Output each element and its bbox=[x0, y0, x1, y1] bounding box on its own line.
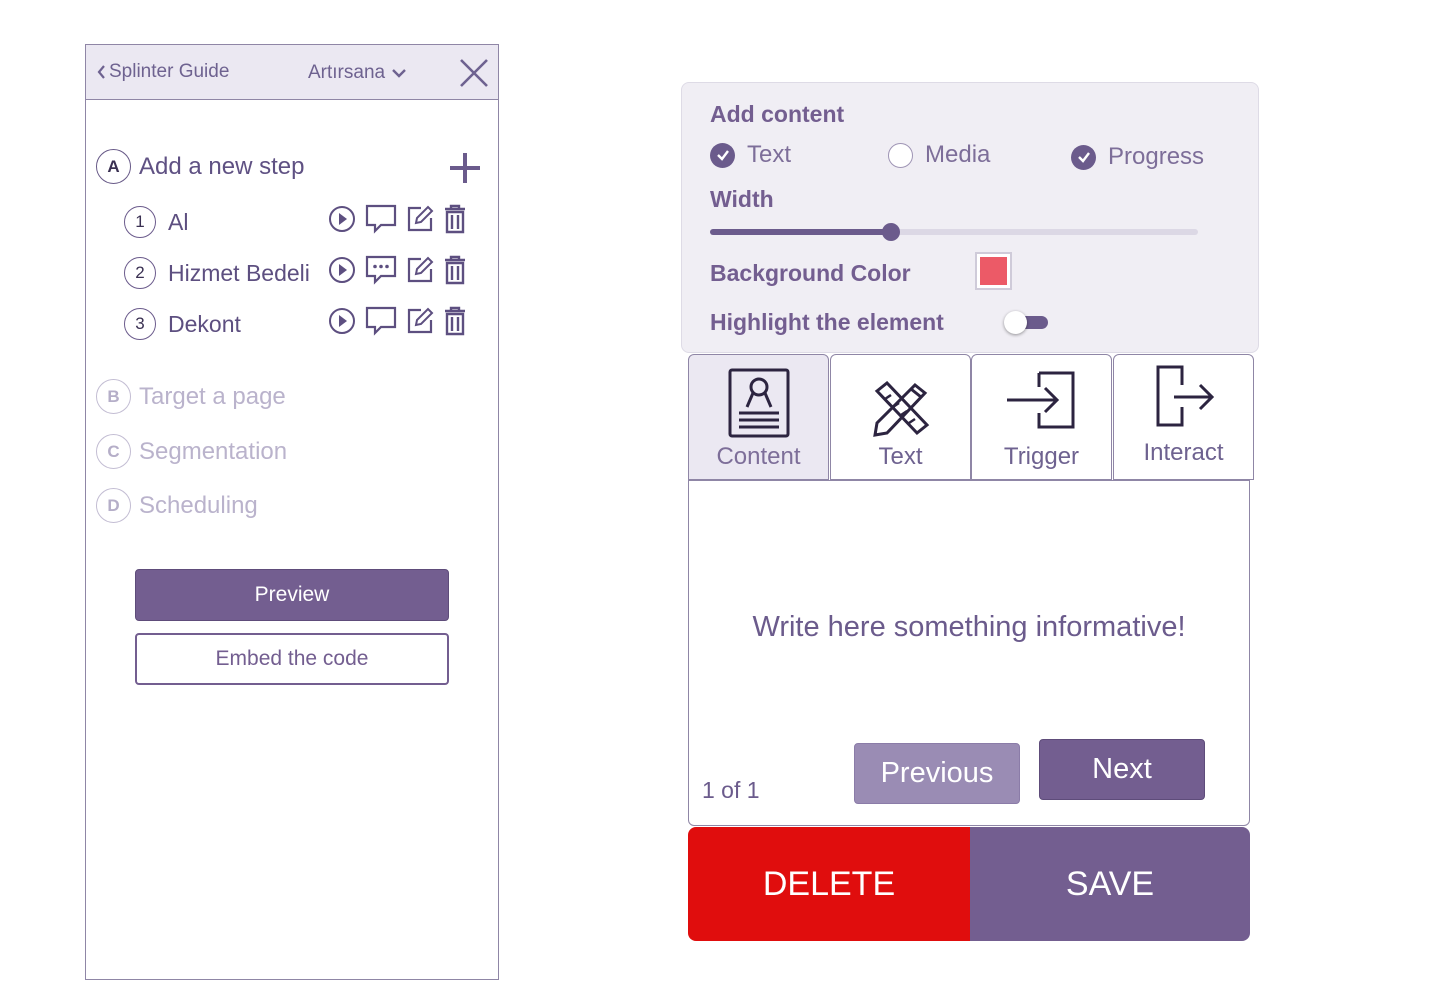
edit-icon[interactable] bbox=[406, 256, 434, 284]
tab-trigger[interactable]: Trigger bbox=[971, 354, 1112, 480]
section-title: Add a new step bbox=[139, 152, 305, 180]
preview-button[interactable]: Preview bbox=[135, 569, 449, 621]
tab-content[interactable]: Content bbox=[688, 354, 829, 480]
step-row[interactable]: 1 Al bbox=[124, 204, 484, 240]
option-label: Progress bbox=[1108, 143, 1205, 170]
tab-label: Trigger bbox=[1003, 443, 1080, 470]
play-icon[interactable] bbox=[328, 205, 356, 233]
close-button[interactable] bbox=[458, 57, 490, 89]
previous-button[interactable]: Previous bbox=[854, 743, 1020, 804]
section-title: Scheduling bbox=[139, 491, 258, 519]
section-letter: A bbox=[96, 149, 131, 184]
option-label: Text bbox=[747, 141, 792, 168]
trash-icon[interactable] bbox=[443, 204, 467, 234]
width-label: Width bbox=[710, 186, 774, 212]
tab-label: Text bbox=[878, 443, 923, 470]
preview-message[interactable]: Write here something informative! bbox=[689, 611, 1249, 644]
content-icon bbox=[728, 368, 789, 438]
section-title: Target a page bbox=[139, 382, 286, 410]
option-text[interactable]: Text bbox=[710, 141, 791, 169]
comment-icon[interactable] bbox=[365, 306, 397, 336]
language-value: Artırsana bbox=[308, 62, 386, 83]
add-content-label: Add content bbox=[710, 101, 845, 127]
step-row[interactable]: 2 Hizmet Bedeli bbox=[124, 255, 484, 291]
section-letter: C bbox=[96, 434, 131, 469]
step-name: Dekont bbox=[168, 310, 241, 337]
back-link-label: Splinter Guide bbox=[109, 61, 230, 82]
section-title: Segmentation bbox=[139, 437, 288, 465]
chevron-left-icon bbox=[97, 65, 105, 79]
step-number: 3 bbox=[124, 308, 156, 340]
edit-icon[interactable] bbox=[406, 205, 434, 233]
option-progress[interactable]: Progress bbox=[1071, 143, 1204, 171]
trash-icon[interactable] bbox=[443, 306, 467, 336]
page-counter: 1 of 1 bbox=[702, 777, 760, 803]
width-slider[interactable] bbox=[710, 223, 1198, 241]
width-slider-thumb[interactable] bbox=[881, 223, 900, 241]
checked-radio-icon bbox=[1071, 144, 1096, 170]
section-segmentation[interactable]: C Segmentation bbox=[96, 434, 287, 469]
comment-icon[interactable] bbox=[365, 255, 397, 285]
section-letter: D bbox=[96, 488, 131, 523]
tab-label: Interact bbox=[1143, 439, 1224, 466]
play-icon[interactable] bbox=[328, 307, 356, 335]
close-icon bbox=[460, 59, 488, 87]
add-step-button[interactable] bbox=[448, 151, 482, 185]
highlight-label: Highlight the element bbox=[710, 309, 944, 335]
highlight-toggle[interactable] bbox=[1004, 311, 1048, 334]
content-preview: Write here something informative! 1 of 1… bbox=[688, 480, 1250, 826]
step-number: 2 bbox=[124, 257, 156, 289]
section-letter: B bbox=[96, 379, 131, 414]
step-row[interactable]: 3 Dekont bbox=[124, 306, 484, 342]
language-select[interactable]: Artırsana bbox=[308, 62, 407, 84]
section-target-page[interactable]: B Target a page bbox=[96, 379, 286, 414]
plus-icon bbox=[450, 153, 480, 183]
tab-interact[interactable]: Interact bbox=[1113, 354, 1254, 480]
background-color-label: Background Color bbox=[710, 260, 911, 286]
trash-icon[interactable] bbox=[443, 255, 467, 285]
pencil-ruler-icon bbox=[872, 381, 929, 437]
sign-out-icon bbox=[1156, 365, 1214, 427]
content-settings-panel: Add content Text Media Progress Width Ba… bbox=[681, 82, 1259, 353]
sidebar-header: Splinter Guide Artırsana bbox=[86, 45, 498, 100]
toggle-knob bbox=[1004, 311, 1027, 334]
play-icon[interactable] bbox=[328, 256, 356, 284]
delete-button[interactable]: DELETE bbox=[688, 827, 970, 941]
option-label: Media bbox=[925, 141, 991, 168]
section-add-step[interactable]: A Add a new step bbox=[96, 149, 304, 184]
step-name: Hizmet Bedeli bbox=[168, 259, 310, 286]
checked-radio-icon bbox=[710, 142, 735, 168]
tab-text[interactable]: Text bbox=[830, 354, 971, 480]
step-number: 1 bbox=[124, 206, 156, 238]
section-scheduling[interactable]: D Scheduling bbox=[96, 488, 258, 523]
comment-icon[interactable] bbox=[365, 204, 397, 234]
edit-icon[interactable] bbox=[406, 307, 434, 335]
step-name: Al bbox=[168, 208, 189, 235]
embed-code-button[interactable]: Embed the code bbox=[135, 633, 449, 685]
save-button[interactable]: SAVE bbox=[970, 827, 1250, 941]
swatch-fill bbox=[980, 257, 1007, 285]
tab-label: Content bbox=[716, 443, 801, 470]
sign-in-icon bbox=[1006, 371, 1074, 429]
unchecked-radio-icon bbox=[888, 142, 913, 168]
chevron-down-icon bbox=[392, 69, 406, 78]
back-link[interactable]: Splinter Guide bbox=[96, 61, 229, 83]
width-slider-fill bbox=[710, 229, 891, 235]
option-media[interactable]: Media bbox=[888, 141, 990, 169]
next-button[interactable]: Next bbox=[1039, 739, 1205, 800]
background-color-swatch[interactable] bbox=[975, 252, 1012, 290]
guide-sidebar: Splinter Guide Artırsana A Add a new ste… bbox=[85, 44, 499, 980]
editor-tabs: Content Text Trigger Interact bbox=[688, 354, 1254, 480]
